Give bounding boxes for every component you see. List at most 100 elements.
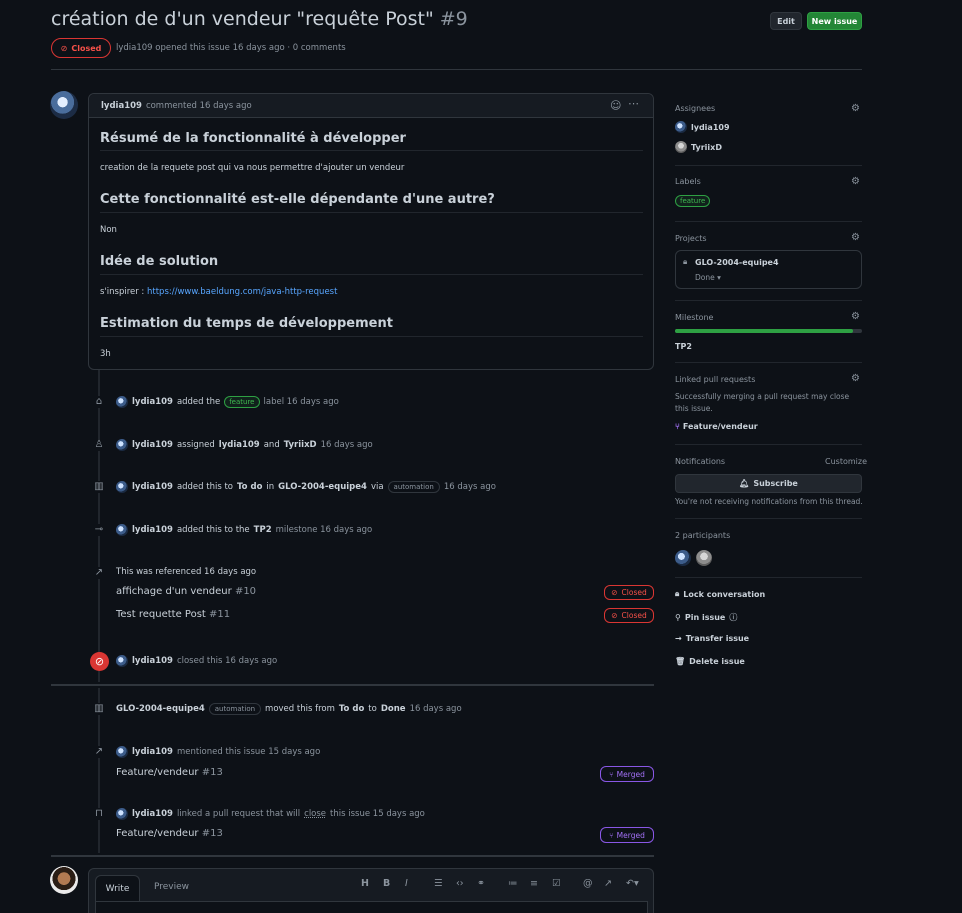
automation-badge: automation xyxy=(387,481,440,493)
ordered-list-icon[interactable]: ≡ xyxy=(530,878,538,889)
linked-pr-name[interactable]: Feature/vendeur xyxy=(683,422,758,431)
feature-label[interactable]: feature xyxy=(224,396,260,408)
assignee-item[interactable]: TyriixD xyxy=(675,141,722,153)
avatar[interactable] xyxy=(116,524,128,536)
reference-number: #10 xyxy=(234,586,257,597)
project-card[interactable]: 🔒︎ GLO-2004-equipe4 Done ▾ xyxy=(675,250,862,289)
author-avatar[interactable] xyxy=(50,91,78,119)
italic-icon[interactable]: I xyxy=(405,878,408,889)
event-actor[interactable]: lydia109 xyxy=(132,809,173,819)
gear-icon[interactable]: ⚙ xyxy=(851,312,861,322)
mention-icon[interactable]: @ xyxy=(583,878,593,889)
project-icon: ▥ xyxy=(93,703,105,715)
milestone-link[interactable]: TP2 xyxy=(254,525,272,535)
solution-prefix: s'inspirer : xyxy=(100,287,147,297)
gear-icon[interactable]: ⚙ xyxy=(851,374,861,384)
timeline-event-label: lydia109 added the feature label 16 days… xyxy=(116,396,339,408)
assignee-item[interactable]: lydia109 xyxy=(675,121,730,133)
reference-item[interactable]: Feature/vendeur #13 xyxy=(116,767,223,778)
reference-title[interactable]: Feature/vendeur xyxy=(116,767,199,778)
assignee-name[interactable]: lydia109 xyxy=(691,123,730,132)
milestone-name[interactable]: TP2 xyxy=(675,342,692,351)
event-actor[interactable]: lydia109 xyxy=(132,440,173,450)
delete-issue-button[interactable]: 🗑︎ Delete issue xyxy=(675,657,745,666)
reference-state: Closed xyxy=(621,611,647,620)
event-actor[interactable]: lydia109 xyxy=(132,747,173,757)
edit-button[interactable]: Edit xyxy=(770,12,802,30)
reference-status-badge: ⊘ Closed xyxy=(604,585,654,600)
current-user-avatar[interactable] xyxy=(50,866,78,894)
reference-item[interactable]: Test requette Post #11 xyxy=(116,609,230,620)
quote-icon[interactable]: ☰ xyxy=(434,878,443,889)
gear-icon[interactable]: ⚙ xyxy=(851,233,861,243)
reference-title[interactable]: Feature/vendeur xyxy=(116,828,199,839)
subscribe-label: Subscribe xyxy=(753,479,798,488)
task-list-icon[interactable]: ☑ xyxy=(552,878,561,889)
unordered-list-icon[interactable]: ≔ xyxy=(508,878,518,889)
merged-icon: ⑂ xyxy=(675,422,680,431)
avatar[interactable] xyxy=(116,808,128,820)
event-text: moved this from xyxy=(265,704,335,714)
subscribe-button[interactable]: 🔔︎ Subscribe xyxy=(675,474,862,493)
linked-pr-item[interactable]: ⑂ Feature/vendeur xyxy=(675,422,758,431)
tab-preview[interactable]: Preview xyxy=(154,882,189,892)
reference-title[interactable]: Test requette Post xyxy=(116,609,206,620)
gear-icon[interactable]: ⚙ xyxy=(851,104,861,114)
event-actor[interactable]: lydia109 xyxy=(132,656,173,666)
project-name[interactable]: GLO-2004-equipe4 xyxy=(695,258,779,267)
transfer-issue-button[interactable]: → Transfer issue xyxy=(675,634,749,643)
more-options-icon[interactable]: ⋯ xyxy=(628,97,639,110)
comment-time[interactable]: commented 16 days ago xyxy=(146,101,252,111)
event-actor[interactable]: lydia109 xyxy=(132,397,173,407)
emoji-icon[interactable]: ☺ xyxy=(610,99,621,112)
participant-avatar[interactable] xyxy=(696,550,712,566)
meta-author[interactable]: lydia109 xyxy=(116,43,153,53)
lock-conversation-button[interactable]: 🔒︎ Lock conversation xyxy=(675,589,765,599)
reference-item[interactable]: affichage d'un vendeur #10 xyxy=(116,586,256,597)
event-actor[interactable]: GLO-2004-equipe4 xyxy=(116,704,205,714)
code-icon[interactable]: ‹› xyxy=(456,878,464,889)
new-issue-button[interactable]: New issue xyxy=(807,12,862,30)
project-status[interactable]: Done ▾ xyxy=(695,273,721,282)
event-actor[interactable]: lydia109 xyxy=(132,482,173,492)
assignee-name[interactable]: TyriixD xyxy=(691,143,722,152)
reference-item[interactable]: Feature/vendeur #13 xyxy=(116,828,223,839)
feature-label[interactable]: feature xyxy=(675,195,711,207)
reference-icon[interactable]: ↗ xyxy=(604,878,612,889)
reference-number: #13 xyxy=(201,767,223,778)
bold-icon[interactable]: B xyxy=(383,878,390,889)
gear-icon[interactable]: ⚙ xyxy=(851,177,861,187)
project-link[interactable]: GLO-2004-equipe4 xyxy=(278,482,367,492)
paragraph-estimate: 3h xyxy=(100,349,111,359)
pin-issue-button[interactable]: ⚲ Pin issue ⓘ xyxy=(675,612,737,623)
link-icon[interactable]: ⚭ xyxy=(477,878,485,889)
avatar[interactable] xyxy=(116,481,128,493)
customize-link[interactable]: Customize xyxy=(825,457,867,466)
comment-author[interactable]: lydia109 xyxy=(101,101,142,111)
avatar[interactable] xyxy=(116,439,128,451)
timeline-event-closed: lydia109 closed this 16 days ago xyxy=(116,655,277,667)
comment-textarea[interactable] xyxy=(95,901,648,913)
participants-title: 2 participants xyxy=(675,531,731,540)
arrow-right-icon: → xyxy=(675,634,682,643)
heading-rule xyxy=(100,274,643,275)
reference-title[interactable]: affichage d'un vendeur xyxy=(116,586,232,597)
tab-write[interactable]: Write xyxy=(95,875,140,901)
avatar[interactable] xyxy=(116,396,128,408)
merged-icon: ⑂ xyxy=(609,830,614,840)
assigned-user[interactable]: TyriixD xyxy=(284,440,317,450)
avatar[interactable] xyxy=(116,655,128,667)
event-actor[interactable]: lydia109 xyxy=(132,525,173,535)
assigned-user[interactable]: lydia109 xyxy=(219,440,260,450)
reference-number: #13 xyxy=(201,828,223,839)
reply-icon[interactable]: ↶▾ xyxy=(626,878,639,889)
trash-icon: 🗑︎ xyxy=(675,657,686,666)
avatar[interactable] xyxy=(116,746,128,758)
heading-summary: Résumé de la fonctionnalité à développer xyxy=(100,131,406,146)
avatar xyxy=(675,141,687,153)
solution-link[interactable]: https://www.baeldung.com/java-http-reque… xyxy=(147,287,337,297)
participant-avatar[interactable] xyxy=(675,550,691,566)
reference-status-badge: ⑂ Merged xyxy=(600,766,654,782)
lock-label: Lock conversation xyxy=(683,589,766,599)
heading-icon[interactable]: H xyxy=(361,878,369,889)
